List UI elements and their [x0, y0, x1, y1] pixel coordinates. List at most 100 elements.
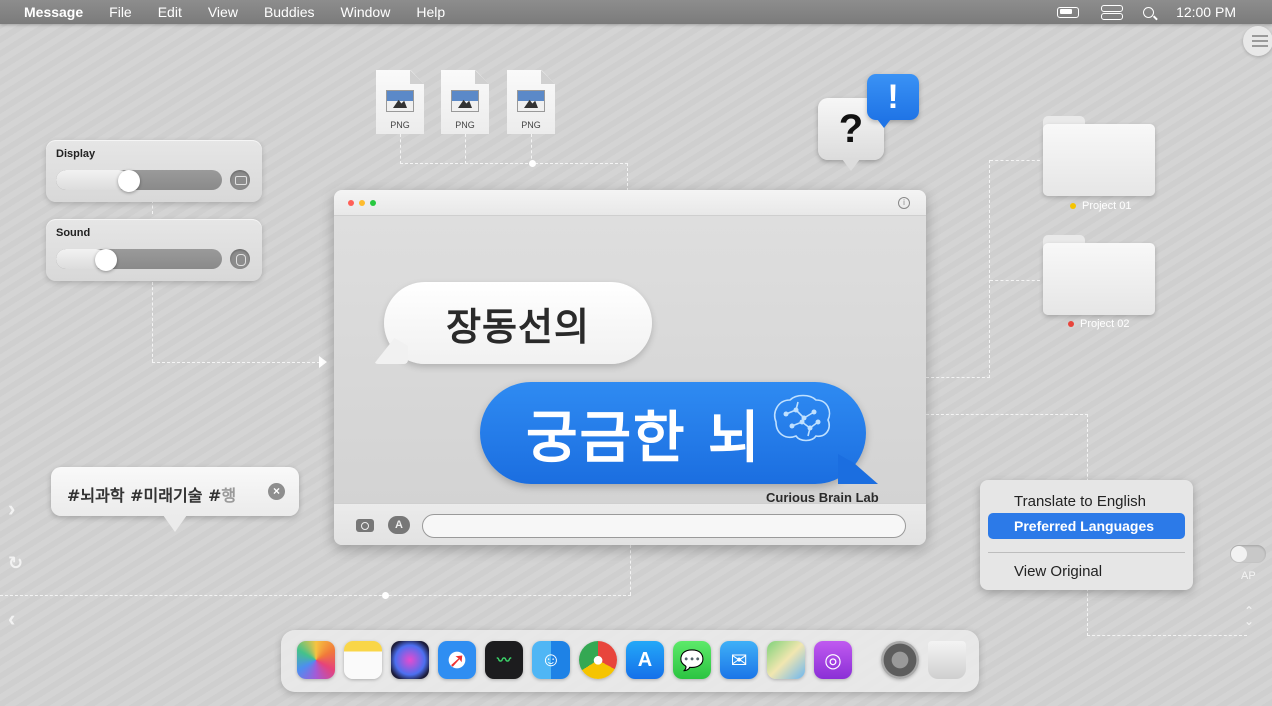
- image-thumbnail-icon: [451, 90, 479, 112]
- file-extension-label: PNG: [521, 120, 541, 130]
- ap-toggle[interactable]: [1230, 545, 1266, 563]
- bubble-text-gray: 장동선의: [446, 304, 590, 349]
- png-file[interactable]: PNG: [441, 70, 489, 134]
- connector-dot: [382, 592, 389, 599]
- folder-project-01[interactable]: [1043, 116, 1155, 196]
- chrome-icon[interactable]: ●: [579, 641, 617, 679]
- red-tag-icon: [1068, 321, 1074, 327]
- menu-help[interactable]: Help: [416, 4, 445, 20]
- connector-line: [400, 134, 401, 164]
- image-thumbnail-icon: [517, 90, 545, 112]
- bubble-text-blue: 궁금한 뇌: [526, 405, 762, 471]
- message-bubble-received: 장동선의: [384, 282, 652, 364]
- menu-separator: [988, 552, 1185, 553]
- connector-line: [989, 160, 990, 378]
- message-compose-bar: A: [334, 503, 926, 545]
- window-titlebar: i: [334, 190, 926, 216]
- menu-item-view-original[interactable]: View Original: [1014, 563, 1102, 580]
- control-center-icon[interactable]: [1101, 5, 1124, 20]
- clear-icon[interactable]: ×: [268, 483, 285, 500]
- hashtag-text-overflow: 행: [221, 486, 237, 505]
- connector-line: [627, 163, 628, 191]
- display-control: Display: [46, 140, 262, 202]
- connector-line: [152, 362, 320, 363]
- yellow-tag-icon: [1070, 203, 1076, 209]
- app-store-icon[interactable]: A: [388, 516, 410, 534]
- camera-icon[interactable]: [356, 519, 374, 532]
- mail-icon[interactable]: ✉: [720, 641, 758, 679]
- up-down-stepper-icon[interactable]: ⌃ ⌄: [1242, 605, 1256, 628]
- connector-line: [152, 282, 153, 362]
- connector-line: [926, 414, 1088, 415]
- display-icon[interactable]: [230, 170, 250, 190]
- menu-bar: Message File Edit View Buddies Window He…: [0, 0, 1272, 24]
- menu-file[interactable]: File: [109, 4, 132, 20]
- messages-icon[interactable]: 💬: [673, 641, 711, 679]
- connector-dot: [529, 160, 536, 167]
- png-file[interactable]: PNG: [507, 70, 555, 134]
- sound-label: Sound: [56, 227, 91, 239]
- folder-label-project-02: Project 02: [1068, 318, 1130, 330]
- translate-context-menu: Translate to English Preferred Languages…: [980, 480, 1193, 590]
- connector-line: [152, 200, 153, 214]
- image-thumbnail-icon: [386, 90, 414, 112]
- sound-slider[interactable]: [56, 249, 222, 269]
- menu-view[interactable]: View: [208, 4, 238, 20]
- sound-slider-knob[interactable]: [94, 249, 117, 271]
- message-input[interactable]: [422, 514, 906, 538]
- connector-line: [400, 163, 628, 164]
- menu-buddies[interactable]: Buddies: [264, 4, 315, 20]
- png-file[interactable]: PNG: [376, 70, 424, 134]
- chevron-right-icon[interactable]: ›: [8, 496, 15, 522]
- conversation-area: 장동선의 궁금한 뇌 Curious Brain Lab: [334, 216, 926, 505]
- system-preferences-icon[interactable]: [881, 641, 919, 679]
- connector-line: [0, 595, 631, 596]
- maps-icon[interactable]: [767, 641, 805, 679]
- connector-line: [630, 545, 631, 595]
- finder-icon[interactable]: ☺: [532, 641, 570, 679]
- display-label: Display: [56, 148, 96, 160]
- battery-icon[interactable]: [1057, 6, 1080, 18]
- photos-icon[interactable]: [297, 641, 335, 679]
- menu-item-preferred-languages[interactable]: Preferred Languages: [988, 513, 1185, 539]
- ap-label: AP: [1241, 570, 1256, 582]
- display-slider-knob[interactable]: [118, 170, 141, 192]
- exclamation-bubble-icon: !: [867, 74, 919, 128]
- hashtag-text-main: #뇌과학 #미래기술 #: [67, 486, 222, 505]
- menu-app-name[interactable]: Message: [24, 4, 83, 20]
- trash-icon[interactable]: [928, 641, 966, 679]
- dock: ➚ 〰 ☺ ● A 💬 ✉ ◎: [281, 630, 979, 692]
- folder-name: Project 02: [1080, 318, 1130, 330]
- connector-line: [465, 134, 466, 164]
- refresh-icon[interactable]: ↻: [8, 553, 23, 574]
- speaker-icon[interactable]: [230, 249, 250, 269]
- menu-window[interactable]: Window: [341, 4, 391, 20]
- arrow-right-icon: [319, 356, 327, 368]
- zoom-window-button[interactable]: [370, 200, 376, 206]
- safari-icon[interactable]: ➚: [438, 641, 476, 679]
- app-store-icon[interactable]: A: [626, 641, 664, 679]
- menu-icon[interactable]: [1243, 26, 1272, 56]
- file-extension-label: PNG: [455, 120, 475, 130]
- notes-icon[interactable]: [344, 641, 382, 679]
- menu-clock[interactable]: 12:00 PM: [1176, 4, 1236, 20]
- folder-project-02[interactable]: [1043, 235, 1155, 315]
- podcasts-icon[interactable]: ◎: [814, 641, 852, 679]
- chevron-left-icon[interactable]: ‹: [8, 606, 15, 632]
- hashtag-text[interactable]: #뇌과학 #미래기술 #행: [67, 482, 257, 506]
- close-window-button[interactable]: [348, 200, 354, 206]
- menu-item-translate[interactable]: Translate to English: [1014, 493, 1146, 510]
- file-extension-label: PNG: [390, 120, 410, 130]
- search-icon[interactable]: [1143, 6, 1155, 18]
- folder-name: Project 01: [1082, 200, 1132, 212]
- connector-line: [990, 280, 1040, 281]
- connector-line: [1087, 635, 1247, 636]
- sound-control: Sound: [46, 219, 262, 281]
- stocks-icon[interactable]: 〰: [485, 641, 523, 679]
- minimize-window-button[interactable]: [359, 200, 365, 206]
- connector-line: [990, 160, 1040, 161]
- siri-icon[interactable]: [391, 641, 429, 679]
- hashtag-search-field[interactable]: #뇌과학 #미래기술 #행 ×: [51, 467, 299, 532]
- info-icon[interactable]: i: [898, 197, 910, 209]
- menu-edit[interactable]: Edit: [158, 4, 182, 20]
